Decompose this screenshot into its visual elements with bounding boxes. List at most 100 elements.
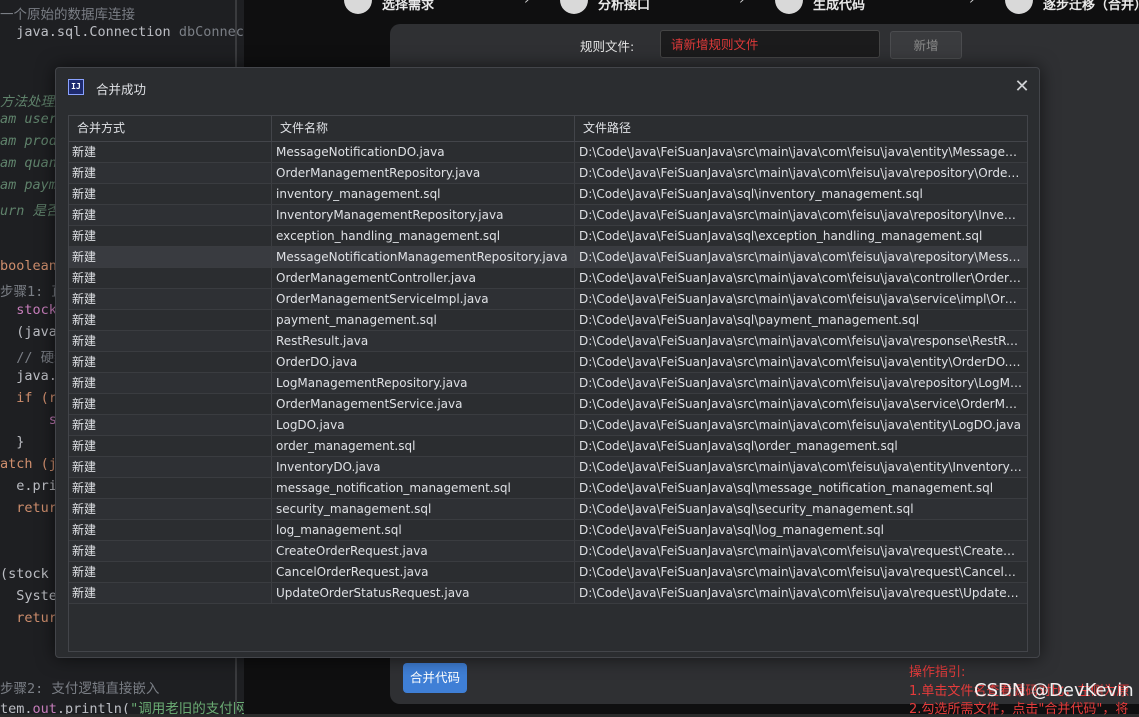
file-name-cell: UpdateOrderStatusRequest.java [272, 583, 575, 604]
table-row[interactable]: 新建 log_management.sql D:\Code\Java\FeiSuan… [69, 520, 1027, 541]
table-row[interactable]: 新建 MessageNotificationDO.java D:\Code\Java… [69, 142, 1027, 163]
file-name-cell: security_management.sql [272, 499, 575, 520]
merge-type-cell: 新建 [69, 583, 272, 604]
table-row[interactable]: 新建 OrderManagementController.java D:\Code\… [69, 268, 1027, 289]
merge-type-cell: 新建 [69, 499, 272, 520]
table-row[interactable]: 新建 OrderManagementService.java D:\Code\Jav… [69, 394, 1027, 415]
file-name-cell: CancelOrderRequest.java [272, 562, 575, 583]
rule-file-label: 规则文件: [580, 39, 635, 54]
file-path-cell: D:\Code\Java\FeiSuanJava\sql\log_managem… [579, 523, 884, 537]
table-row[interactable]: 新建 InventoryDO.java D:\Code\Java\FeiSuanJa… [69, 457, 1027, 478]
file-path-cell: D:\Code\Java\FeiSuanJava\src\main\java\c… [579, 355, 1027, 369]
code-token: "调用老旧的支付网关 [130, 701, 244, 714]
merge-type-cell: 新建 [69, 331, 272, 352]
merge-type-cell: 新建 [69, 268, 272, 289]
table-row[interactable]: 新建 order_management.sql D:\Code\Java\FeiSu… [69, 436, 1027, 457]
merge-type-cell: 新建 [69, 457, 272, 478]
table-row[interactable]: 新建 UpdateOrderStatusRequest.java D:\Code\J… [69, 583, 1027, 604]
file-path-cell: D:\Code\Java\FeiSuanJava\sql\inventory_m… [579, 187, 923, 201]
table-row[interactable]: 新建 inventory_management.sql D:\Code\Java\F… [69, 184, 1027, 205]
file-name-cell: inventory_management.sql [272, 184, 575, 205]
row-divider [69, 603, 1027, 604]
code-token: stock [0, 302, 57, 318]
file-name-cell: InventoryManagementRepository.java [272, 205, 575, 226]
file-name-cell: LogDO.java [272, 415, 575, 436]
file-name-cell: exception_handling_management.sql [272, 226, 575, 247]
step-3-label: 生成代码 [813, 0, 866, 13]
table-row[interactable]: 新建 exception_handling_management.sql D:\Co… [69, 226, 1027, 247]
step-1-label: 选择需求 [382, 0, 435, 13]
step-arrow-icon: › [739, 0, 745, 8]
file-name-cell: OrderManagementServiceImpl.java [272, 289, 575, 310]
code-token: } [0, 434, 25, 450]
code-line: 一个原始的数据库连接 [0, 3, 135, 23]
code-line: am quan [0, 155, 57, 171]
code-line: stock [0, 302, 57, 318]
step-1-icon [344, 0, 372, 14]
column-header-file-path[interactable]: 文件路径 [575, 116, 1027, 141]
merge-type-cell: 新建 [69, 478, 272, 499]
dialog-titlebar: IJ 合并成功 ✕ [56, 68, 1039, 106]
file-name-cell: RestResult.java [272, 331, 575, 352]
table-row[interactable]: 新建 CancelOrderRequest.java D:\Code\Java\Fe… [69, 562, 1027, 583]
table-row[interactable]: 新建 OrderManagementServiceImpl.java D:\Code… [69, 289, 1027, 310]
column-header-merge-type[interactable]: 合并方式 [69, 116, 272, 141]
merge-type-cell: 新建 [69, 415, 272, 436]
merge-success-dialog: IJ 合并成功 ✕ 合并方式 文件名称 文件路径 新建 MessageNotifi… [55, 67, 1040, 658]
step-3-icon [775, 0, 803, 14]
table-row[interactable]: 新建 InventoryManagementRepository.java D:\C… [69, 205, 1027, 226]
code-line: boolean [0, 258, 57, 274]
code-line: am user [0, 111, 57, 127]
table-row[interactable]: 新建 CreateOrderRequest.java D:\Code\Java\Fe… [69, 541, 1027, 562]
merge-type-cell: 新建 [69, 310, 272, 331]
file-name-cell: CreateOrderRequest.java [272, 541, 575, 562]
dialog-title: 合并成功 [96, 82, 147, 97]
code-line: am prod [0, 133, 57, 149]
table-row[interactable]: 新建 payment_management.sql D:\Code\Java\Fei… [69, 310, 1027, 331]
code-token: am user [0, 111, 57, 127]
code-token: .println( [56, 701, 131, 714]
code-line: (stock [0, 566, 49, 582]
merge-type-cell: 新建 [69, 247, 272, 268]
code-line: atch (j [0, 456, 57, 472]
file-name-cell: OrderDO.java [272, 352, 575, 373]
code-token: out [32, 701, 57, 714]
table-row[interactable]: 新建 security_management.sql D:\Code\Java\Fe… [69, 499, 1027, 520]
file-path-cell: D:\Code\Java\FeiSuanJava\sql\order_manag… [579, 439, 898, 453]
merge-type-cell: 新建 [69, 289, 272, 310]
merge-type-cell: 新建 [69, 562, 272, 583]
code-token: boolean [0, 258, 57, 274]
close-icon[interactable]: ✕ [1012, 77, 1032, 97]
merge-type-cell: 新建 [69, 184, 272, 205]
merge-type-cell: 新建 [69, 520, 272, 541]
file-path-cell: D:\Code\Java\FeiSuanJava\src\main\java\c… [579, 271, 1027, 285]
add-rule-button[interactable]: 新增 [890, 31, 962, 59]
code-line: urn 是否 [0, 199, 60, 219]
file-path-cell: D:\Code\Java\FeiSuanJava\src\main\java\c… [579, 418, 1021, 432]
file-name-cell: LogManagementRepository.java [272, 373, 575, 394]
table-row[interactable]: 新建 LogDO.java D:\Code\Java\FeiSuanJava\src… [69, 415, 1027, 436]
file-path-cell: D:\Code\Java\FeiSuanJava\src\main\java\c… [579, 376, 1027, 390]
rule-file-input[interactable]: 请新增规则文件 [660, 30, 880, 58]
table-row[interactable]: 新建 MessageNotificationManagementRepositor… [69, 247, 1027, 268]
merge-code-button[interactable]: 合并代码 [403, 663, 467, 693]
table-row[interactable]: 新建 RestResult.java D:\Code\Java\FeiSuanJav… [69, 331, 1027, 352]
table-row[interactable]: 新建 OrderDO.java D:\Code\Java\FeiSuanJava\s… [69, 352, 1027, 373]
file-path-cell: D:\Code\Java\FeiSuanJava\sql\exception_h… [579, 229, 983, 243]
code-line: java.sql.Connection dbConnecti [0, 24, 244, 40]
column-header-file-name[interactable]: 文件名称 [272, 116, 575, 141]
code-token: am paym [0, 177, 57, 193]
file-path-cell: D:\Code\Java\FeiSuanJava\sql\message_not… [579, 481, 994, 495]
table-row[interactable]: 新建 LogManagementRepository.java D:\Code\Ja… [69, 373, 1027, 394]
file-name-cell: log_management.sql [272, 520, 575, 541]
merge-type-cell: 新建 [69, 373, 272, 394]
file-path-cell: D:\Code\Java\FeiSuanJava\src\main\java\c… [579, 586, 1027, 600]
file-path-cell: D:\Code\Java\FeiSuanJava\sql\security_ma… [579, 502, 914, 516]
table-row[interactable]: 新建 OrderManagementRepository.java D:\Code\… [69, 163, 1027, 184]
table-row[interactable]: 新建 message_notification_management.sql D:\… [69, 478, 1027, 499]
file-name-cell: order_management.sql [272, 436, 575, 457]
file-path-cell: D:\Code\Java\FeiSuanJava\src\main\java\c… [579, 166, 1027, 180]
step-arrow-icon: › [969, 0, 975, 8]
file-path-cell: D:\Code\Java\FeiSuanJava\src\main\java\c… [579, 145, 1027, 159]
code-token: 一个原始的数据库连接 [0, 7, 135, 23]
